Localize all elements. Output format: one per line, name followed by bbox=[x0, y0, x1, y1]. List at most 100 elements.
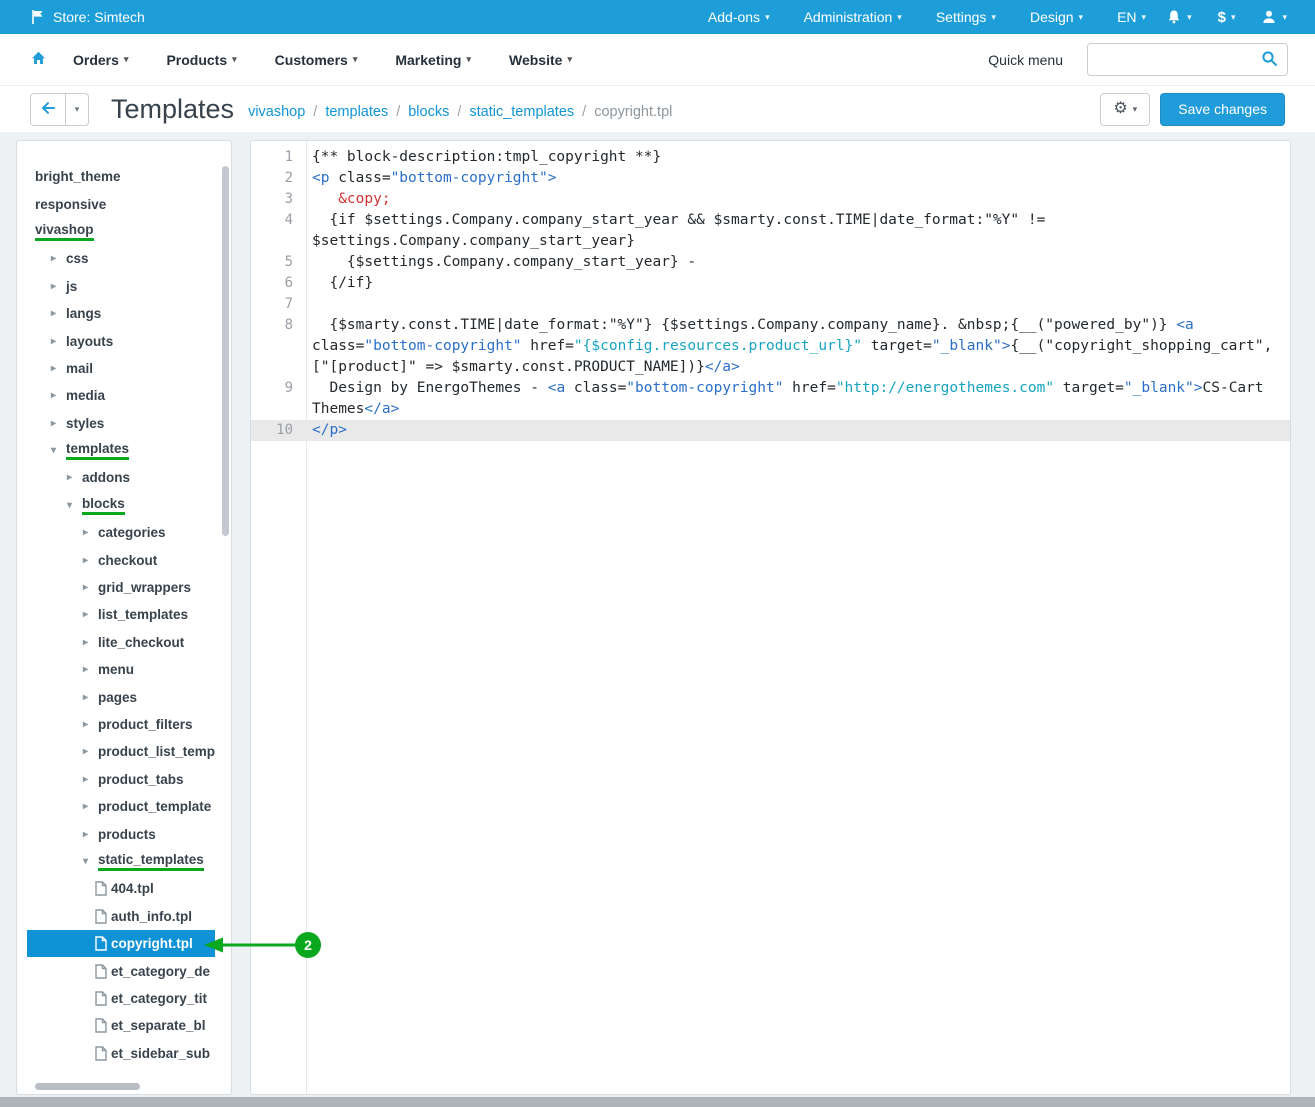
vertical-scrollbar-thumb[interactable] bbox=[222, 166, 229, 536]
topbar-menu-settings[interactable]: Settings▾ bbox=[936, 9, 996, 25]
tree-item-product-template[interactable]: ▸product_template bbox=[27, 793, 215, 820]
code-line[interactable]: 5 {$settings.Company.company_start_year}… bbox=[251, 252, 1290, 273]
tree-item-js[interactable]: ▸js bbox=[27, 273, 215, 300]
tree-item-checkout[interactable]: ▸checkout bbox=[27, 546, 215, 573]
code-line[interactable]: 8 {$smarty.const.TIME|date_format:"%Y"} … bbox=[251, 315, 1290, 378]
tree-item-css[interactable]: ▸css bbox=[27, 245, 215, 272]
search-button[interactable] bbox=[1251, 44, 1287, 75]
back-button[interactable] bbox=[30, 93, 66, 126]
chevron-expanded-icon[interactable]: ▾ bbox=[67, 500, 82, 511]
store-selector[interactable]: Store: Simtech bbox=[30, 9, 145, 25]
chevron-expanded-icon[interactable]: ▾ bbox=[83, 856, 98, 867]
chevron-collapsed-icon[interactable]: ▸ bbox=[83, 582, 98, 593]
code-line[interactable]: 6 {/if} bbox=[251, 273, 1290, 294]
tree-file-et-category-tit[interactable]: et_category_tit bbox=[27, 985, 215, 1012]
tree-item-mail[interactable]: ▸mail bbox=[27, 355, 215, 382]
tree-item-blocks[interactable]: ▾blocks bbox=[27, 492, 215, 519]
chevron-collapsed-icon[interactable]: ▸ bbox=[83, 829, 98, 840]
tree-item-lite-checkout[interactable]: ▸lite_checkout bbox=[27, 629, 215, 656]
currency-dropdown[interactable]: $ ▾ bbox=[1218, 9, 1236, 26]
horizontal-scrollbar-thumb[interactable] bbox=[35, 1083, 140, 1090]
tree-item-addons[interactable]: ▸addons bbox=[27, 464, 215, 491]
chevron-collapsed-icon[interactable]: ▸ bbox=[83, 609, 98, 620]
tree-item-product-tabs[interactable]: ▸product_tabs bbox=[27, 766, 215, 793]
breadcrumb-item-templates[interactable]: templates bbox=[325, 104, 388, 120]
navbar-item-customers[interactable]: Customers▾ bbox=[275, 52, 358, 68]
tree-item-templates[interactable]: ▾templates bbox=[27, 437, 215, 464]
tree-item-layouts[interactable]: ▸layouts bbox=[27, 327, 215, 354]
tree-item-media[interactable]: ▸media bbox=[27, 382, 215, 409]
tree-file-et-sidebar-sub[interactable]: et_sidebar_sub bbox=[27, 1040, 215, 1067]
tree-item-menu[interactable]: ▸menu bbox=[27, 656, 215, 683]
chevron-down-icon: ▾ bbox=[991, 12, 996, 23]
tree-file-auth-info-tpl[interactable]: auth_info.tpl bbox=[27, 903, 215, 930]
chevron-collapsed-icon[interactable]: ▸ bbox=[51, 253, 66, 264]
chevron-collapsed-icon[interactable]: ▸ bbox=[83, 637, 98, 648]
tree-item-label: auth_info.tpl bbox=[111, 909, 192, 924]
chevron-collapsed-icon[interactable]: ▸ bbox=[83, 801, 98, 812]
chevron-collapsed-icon[interactable]: ▸ bbox=[67, 472, 82, 483]
tree-item-label: vivashop bbox=[35, 222, 94, 241]
topbar-menu-en[interactable]: EN▾ bbox=[1117, 9, 1146, 25]
code-line[interactable]: 4 {if $settings.Company.company_start_ye… bbox=[251, 210, 1290, 252]
chevron-expanded-icon[interactable]: ▾ bbox=[51, 445, 66, 456]
chevron-collapsed-icon[interactable]: ▸ bbox=[51, 363, 66, 374]
navbar-item-orders[interactable]: Orders▾ bbox=[73, 52, 128, 68]
home-button[interactable] bbox=[30, 50, 47, 69]
tree-item-pages[interactable]: ▸pages bbox=[27, 683, 215, 710]
chevron-collapsed-icon[interactable]: ▸ bbox=[51, 336, 66, 347]
code-line[interactable]: 3 &copy; bbox=[251, 189, 1290, 210]
code-line[interactable]: 1{** block-description:tmpl_copyright **… bbox=[251, 147, 1290, 168]
chevron-collapsed-icon[interactable]: ▸ bbox=[83, 774, 98, 785]
tree-item-bright-theme[interactable]: bright_theme bbox=[27, 163, 215, 190]
tree-item-products[interactable]: ▸products bbox=[27, 820, 215, 847]
back-dropdown-button[interactable]: ▾ bbox=[66, 93, 89, 126]
chevron-collapsed-icon[interactable]: ▸ bbox=[83, 555, 98, 566]
chevron-collapsed-icon[interactable]: ▸ bbox=[83, 664, 98, 675]
topbar-menu-design[interactable]: Design▾ bbox=[1030, 9, 1083, 25]
page-header: ▾ Templates vivashop/templates/blocks/st… bbox=[0, 86, 1315, 132]
topbar-menu-administration[interactable]: Administration▾ bbox=[804, 9, 902, 25]
notifications-dropdown[interactable]: ▾ bbox=[1166, 9, 1192, 25]
user-dropdown[interactable]: ▾ bbox=[1261, 9, 1287, 25]
code-editor[interactable]: 1{** block-description:tmpl_copyright **… bbox=[250, 140, 1291, 1095]
code-line[interactable]: 7 bbox=[251, 294, 1290, 315]
chevron-collapsed-icon[interactable]: ▸ bbox=[83, 692, 98, 703]
tree-item-styles[interactable]: ▸styles bbox=[27, 410, 215, 437]
tree-file-et-separate-bl[interactable]: et_separate_bl bbox=[27, 1012, 215, 1039]
tree-file-copyright-tpl[interactable]: copyright.tpl bbox=[27, 930, 215, 957]
gear-button[interactable]: ⚙ ▾ bbox=[1100, 93, 1150, 126]
chevron-collapsed-icon[interactable]: ▸ bbox=[51, 308, 66, 319]
chevron-collapsed-icon[interactable]: ▸ bbox=[51, 281, 66, 292]
navbar-item-marketing[interactable]: Marketing▾ bbox=[395, 52, 471, 68]
tree-item-responsive[interactable]: responsive bbox=[27, 190, 215, 217]
code-line[interactable]: 10</p> bbox=[251, 420, 1290, 441]
tree-item-vivashop[interactable]: vivashop bbox=[27, 218, 215, 245]
tree-file-404-tpl[interactable]: 404.tpl bbox=[27, 875, 215, 902]
breadcrumb-item-vivashop[interactable]: vivashop bbox=[248, 104, 305, 120]
tree-item-list-templates[interactable]: ▸list_templates bbox=[27, 601, 215, 628]
topbar-menu-add-ons[interactable]: Add-ons▾ bbox=[708, 9, 770, 25]
breadcrumb-item-blocks[interactable]: blocks bbox=[408, 104, 449, 120]
chevron-collapsed-icon[interactable]: ▸ bbox=[51, 418, 66, 429]
tree-item-product-list-temp[interactable]: ▸product_list_temp bbox=[27, 738, 215, 765]
chevron-collapsed-icon[interactable]: ▸ bbox=[83, 527, 98, 538]
tree-item-langs[interactable]: ▸langs bbox=[27, 300, 215, 327]
chevron-collapsed-icon[interactable]: ▸ bbox=[51, 390, 66, 401]
chevron-down-icon: ▾ bbox=[353, 54, 358, 65]
breadcrumb-item-static-templates[interactable]: static_templates bbox=[469, 104, 574, 120]
code-line[interactable]: 2<p class="bottom-copyright"> bbox=[251, 168, 1290, 189]
tree-item-static-templates[interactable]: ▾static_templates bbox=[27, 848, 215, 875]
search-input[interactable] bbox=[1088, 44, 1251, 75]
tree-item-categories[interactable]: ▸categories bbox=[27, 519, 215, 546]
chevron-collapsed-icon[interactable]: ▸ bbox=[83, 719, 98, 730]
tree-item-grid-wrappers[interactable]: ▸grid_wrappers bbox=[27, 574, 215, 601]
navbar-item-website[interactable]: Website▾ bbox=[509, 52, 572, 68]
tree-file-et-category-de[interactable]: et_category_de bbox=[27, 957, 215, 984]
code-line[interactable]: 9 Design by EnergoThemes - <a class="bot… bbox=[251, 378, 1290, 420]
tree-item-product-filters[interactable]: ▸product_filters bbox=[27, 711, 215, 738]
save-changes-button[interactable]: Save changes bbox=[1160, 93, 1285, 126]
chevron-collapsed-icon[interactable]: ▸ bbox=[83, 746, 98, 757]
quick-menu-link[interactable]: Quick menu bbox=[988, 52, 1063, 68]
navbar-item-products[interactable]: Products▾ bbox=[166, 52, 236, 68]
